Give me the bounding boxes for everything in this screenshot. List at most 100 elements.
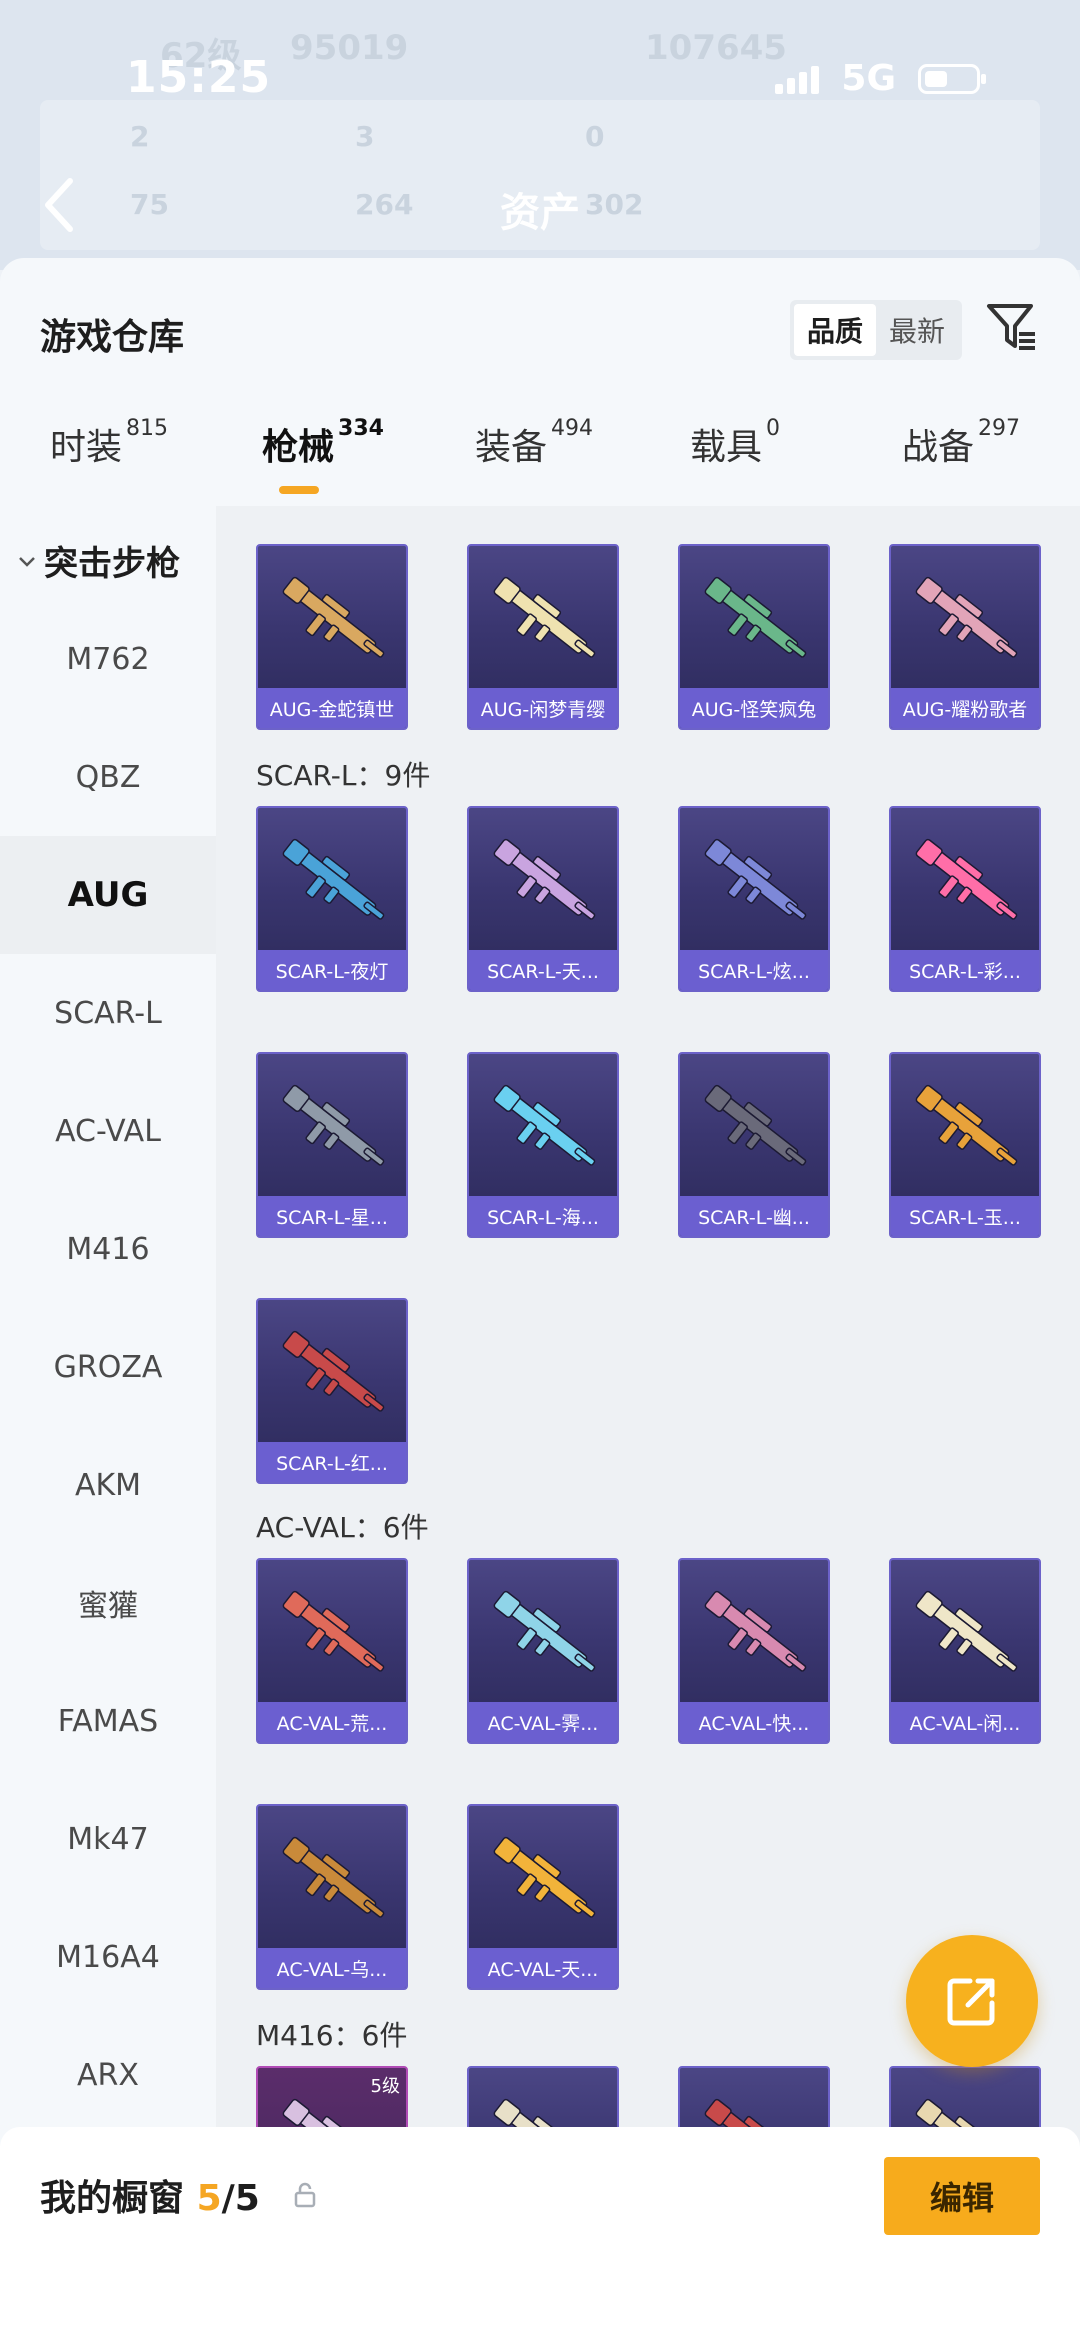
active-tab-indicator [279, 486, 319, 494]
category-item-m16a4[interactable]: M16A4 [0, 1898, 216, 2016]
category-item-m416[interactable]: M416 [0, 1190, 216, 1308]
skin-name: SCAR-L-海... [469, 1196, 617, 1236]
category-item-ac-val[interactable]: AC-VAL [0, 1072, 216, 1190]
skin-card[interactable]: SCAR-L-海... [467, 1052, 619, 1238]
tab-count: 494 [551, 416, 594, 441]
category-item-famas[interactable]: FAMAS [0, 1662, 216, 1780]
category-item-arx[interactable]: ARX [0, 2016, 216, 2134]
sort-newest-button[interactable]: 最新 [876, 304, 958, 356]
share-button[interactable] [906, 1935, 1038, 2067]
tab-firearms[interactable]: 枪械 334 [262, 416, 384, 470]
stat-value: 302 [585, 188, 644, 221]
skin-name: AC-VAL-天... [469, 1948, 617, 1988]
skin-name: AUG-怪笑疯兔 [680, 688, 828, 728]
skin-name: SCAR-L-炫... [680, 950, 828, 990]
skin-card[interactable]: AC-VAL-天... [467, 1804, 619, 1990]
skin-card[interactable]: AUG-耀粉歌者 [889, 544, 1041, 730]
signal-icon [775, 64, 820, 94]
sort-quality-button[interactable]: 品质 [794, 304, 876, 356]
group-label-m416: M416：6件 [256, 2019, 408, 2052]
tab-count: 334 [338, 416, 384, 441]
showcase-bar: 我的橱窗 5/5 编辑 [0, 2127, 1080, 2347]
group-label-scar-l: SCAR-L：9件 [256, 759, 431, 792]
skin-card[interactable]: SCAR-L-星... [256, 1052, 408, 1238]
coins-text: 95019 [290, 28, 409, 68]
rifle-icon [704, 1590, 807, 1672]
skin-card[interactable]: AUG-闲梦青缨 [467, 544, 619, 730]
category-item-mk47[interactable]: Mk47 [0, 1780, 216, 1898]
group-label-ac-val: AC-VAL：6件 [256, 1511, 429, 1544]
skin-card[interactable]: SCAR-L-红... [256, 1298, 408, 1484]
sort-toggle: 品质 最新 [790, 300, 962, 360]
skin-card[interactable]: SCAR-L-幽... [678, 1052, 830, 1238]
skin-card[interactable]: SCAR-L-炫... [678, 806, 830, 992]
filter-icon[interactable] [985, 300, 1039, 354]
skin-card[interactable]: AC-VAL-乌... [256, 1804, 408, 1990]
category-item-qbz[interactable]: QBZ [0, 718, 216, 836]
showcase-total: /5 [221, 2178, 260, 2219]
skin-card[interactable]: AC-VAL-闲... [889, 1558, 1041, 1744]
tab-supplies[interactable]: 战备 297 [902, 416, 1021, 470]
stat-value: 2 [130, 120, 150, 153]
skin-card[interactable]: AUG-怪笑疯兔 [678, 544, 830, 730]
rifle-icon [915, 838, 1018, 920]
network-type: 5G [841, 58, 896, 99]
skin-name: SCAR-L-玉... [891, 1196, 1039, 1236]
category-section-header[interactable]: 突击步枪 [16, 536, 180, 585]
rifle-icon [493, 576, 596, 658]
tab-count: 297 [978, 416, 1021, 441]
skin-card[interactable]: AUG-金蛇镇世 [256, 544, 408, 730]
rifle-icon [493, 838, 596, 920]
share-icon [947, 1978, 995, 2026]
rifle-icon [282, 1084, 385, 1166]
skin-card[interactable]: SCAR-L-彩... [889, 806, 1041, 992]
tab-vehicles[interactable]: 载具 0 [690, 416, 780, 470]
skin-card[interactable]: SCAR-L-玉... [889, 1052, 1041, 1238]
skin-name: AC-VAL-荒... [258, 1702, 406, 1742]
weapon-category-list: 突击步枪 M762 QBZ AUG SCAR-L AC-VAL M416 GRO… [0, 506, 216, 2347]
tab-count: 815 [126, 416, 169, 441]
category-item-akm[interactable]: AKM [0, 1426, 216, 1544]
battery-icon [918, 63, 986, 94]
back-arrow-icon[interactable] [40, 175, 80, 235]
level-badge: 5级 [370, 2076, 400, 2097]
rifle-icon [704, 838, 807, 920]
rifle-icon [915, 1084, 1018, 1166]
rifle-icon [704, 1084, 807, 1166]
skin-card[interactable]: SCAR-L-天... [467, 806, 619, 992]
status-icons: 5G [775, 58, 986, 99]
rifle-icon [493, 1590, 596, 1672]
skin-name: AUG-金蛇镇世 [258, 688, 406, 728]
category-item-aug[interactable]: AUG [0, 836, 216, 954]
tab-label: 战备 [902, 427, 975, 468]
skin-card[interactable]: SCAR-L-夜灯 [256, 806, 408, 992]
rifle-icon [282, 838, 385, 920]
category-item-m762[interactable]: M762 [0, 600, 216, 718]
edit-button[interactable]: 编辑 [884, 2157, 1040, 2235]
rifle-icon [282, 1590, 385, 1672]
rifle-icon [282, 1836, 385, 1918]
showcase-title: 我的橱窗 5/5 [40, 2169, 260, 2221]
category-item-honey-badger[interactable]: 蜜獾 [0, 1544, 216, 1662]
tab-equipment[interactable]: 装备 494 [475, 416, 594, 470]
skin-name: SCAR-L-彩... [891, 950, 1039, 990]
skin-card[interactable]: AC-VAL-荒... [256, 1558, 408, 1744]
category-item-scar-l[interactable]: SCAR-L [0, 954, 216, 1072]
tab-fashion[interactable]: 时装 815 [50, 416, 169, 470]
category-tabs: 时装 815 枪械 334 装备 494 载具 0 战备 297 [0, 416, 1080, 508]
chevron-down-icon [19, 556, 35, 567]
skin-name: SCAR-L-星... [258, 1196, 406, 1236]
skin-card[interactable]: AC-VAL-霁... [467, 1558, 619, 1744]
stat-value: 75 [130, 188, 169, 221]
rifle-icon [493, 1836, 596, 1918]
tab-label: 装备 [475, 427, 548, 468]
tab-label: 载具 [690, 427, 763, 468]
stat-value: 0 [585, 120, 605, 153]
skin-name: AUG-闲梦青缨 [469, 688, 617, 728]
skin-name: AC-VAL-乌... [258, 1948, 406, 1988]
rifle-icon [282, 1330, 385, 1412]
points-text: 107645 [645, 28, 787, 68]
category-item-groza[interactable]: GROZA [0, 1308, 216, 1426]
tab-label: 时装 [50, 427, 123, 468]
skin-card[interactable]: AC-VAL-快... [678, 1558, 830, 1744]
